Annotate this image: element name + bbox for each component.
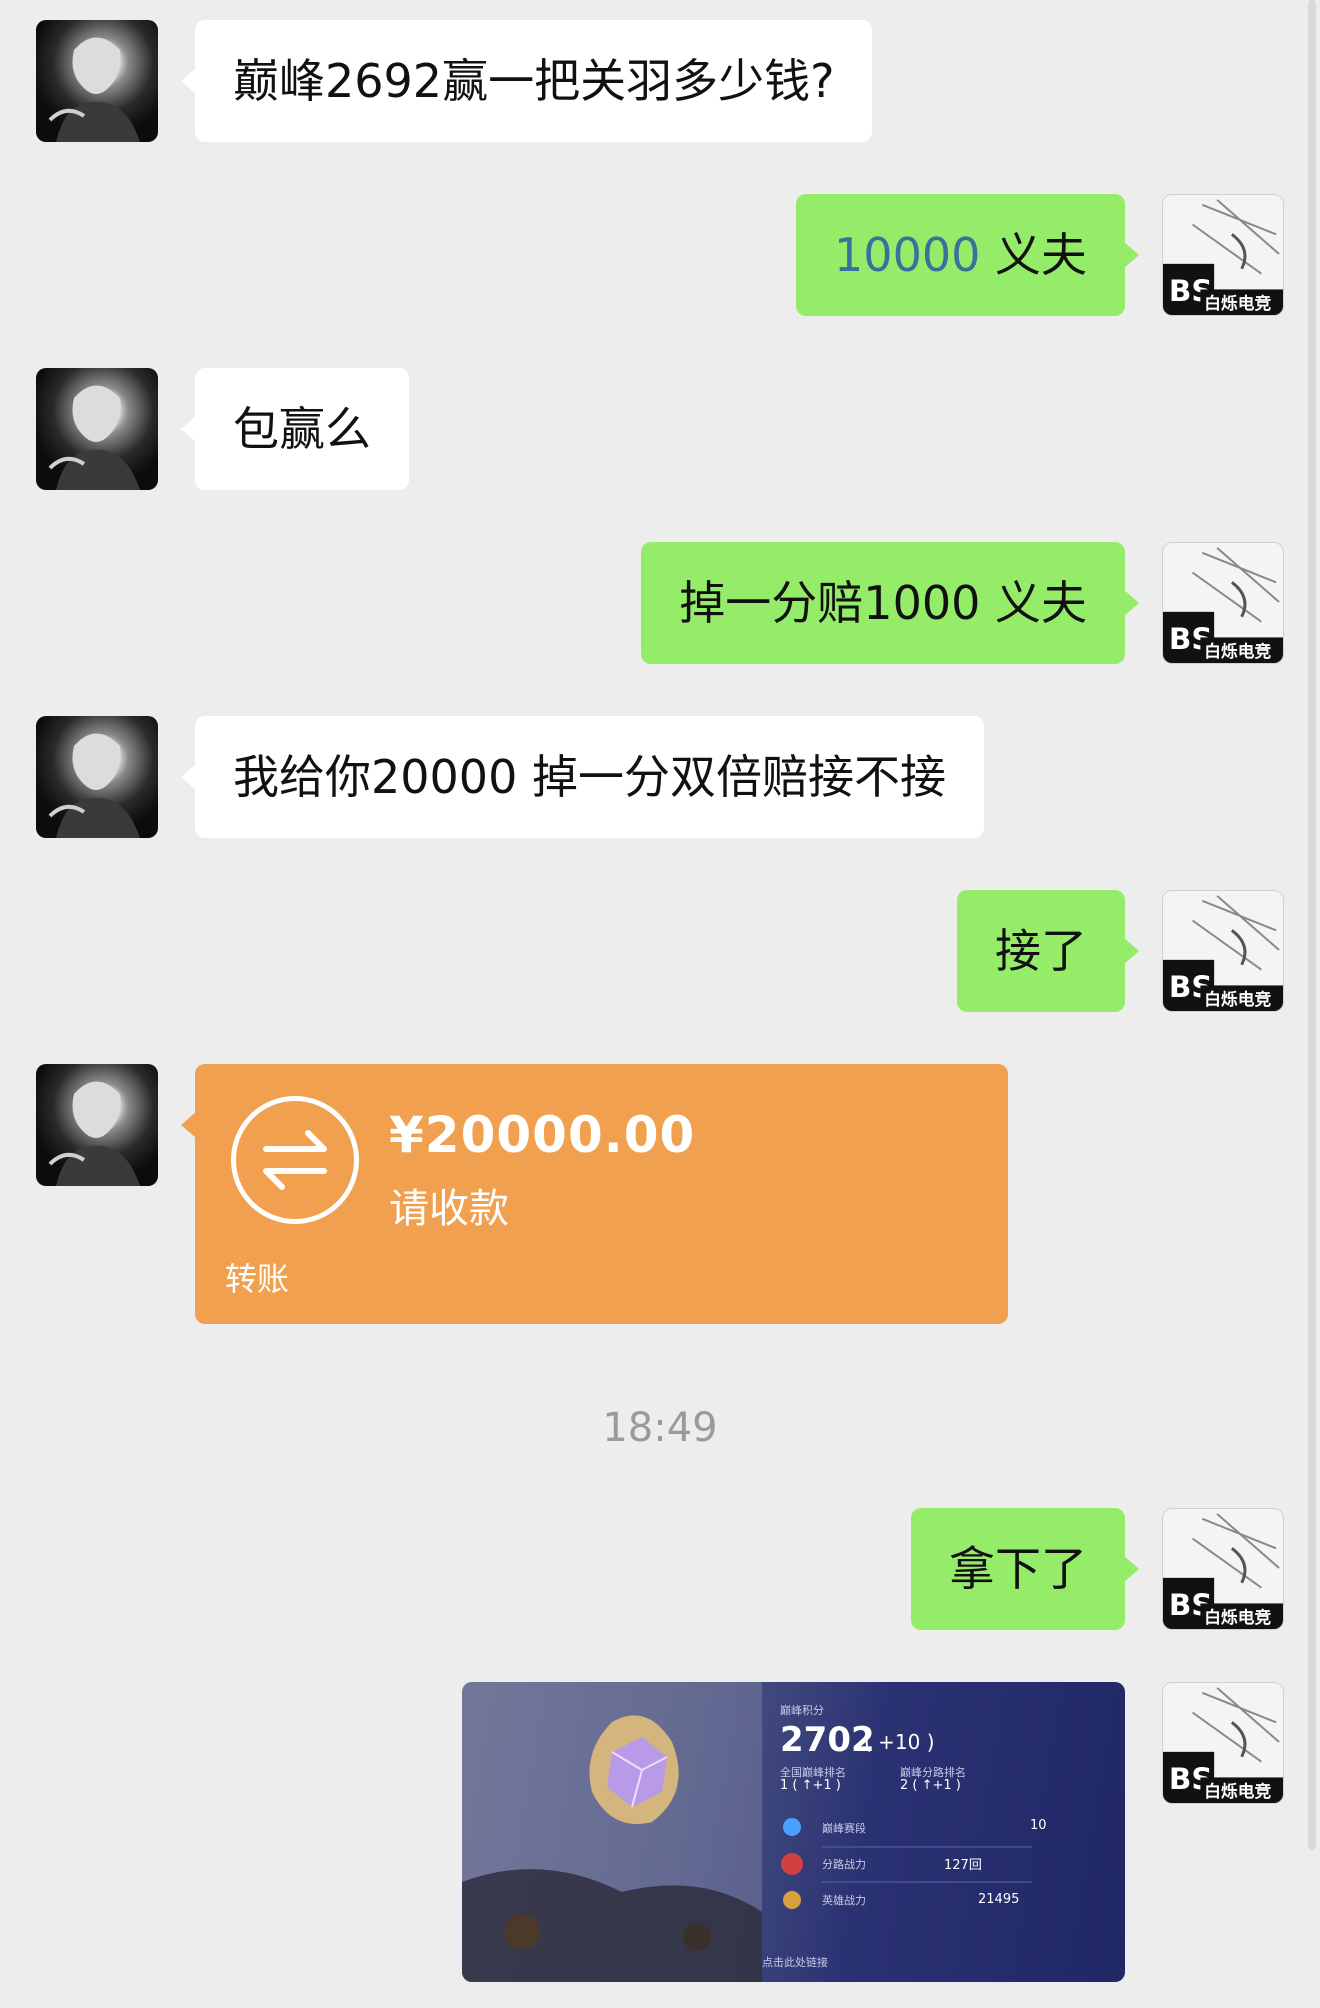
svg-text:白烁电竞: 白烁电竞 [1204, 641, 1271, 661]
my-avatar[interactable]: BS 白烁电竞 [1162, 542, 1284, 664]
national-rank-value: 1 ( ↑+1 ) [780, 1778, 841, 1793]
message-text: 接了 [995, 924, 1087, 978]
bs-esports-logo-icon: BS 白烁电竞 [1163, 547, 1283, 663]
transfer-status: 请收款 [389, 1186, 509, 1232]
row2-value: 127回 [944, 1858, 982, 1873]
dark-anime-avatar-icon [48, 385, 140, 490]
message-text: 拿下了 [949, 1542, 1087, 1596]
message-bubble[interactable]: 掉一分赔1000 义夫 [641, 542, 1139, 664]
row2-label: 分路战力 [822, 1858, 866, 1871]
contact-avatar[interactable] [36, 716, 158, 838]
dark-anime-avatar-icon [48, 1081, 140, 1186]
contact-avatar[interactable] [36, 20, 158, 142]
score-value: 2702 [780, 1720, 875, 1760]
screenshot-footer: 点击此处链接 [762, 1956, 828, 1969]
row3-label: 英雄战力 [822, 1894, 866, 1907]
transfer-amount: ¥20000.00 [389, 1106, 696, 1164]
bs-esports-logo-icon: BS 白烁电竞 [1163, 1687, 1283, 1803]
row1-value: 10 [1030, 1818, 1047, 1833]
scrollbar[interactable] [1308, 0, 1316, 1850]
message-bubble[interactable]: 包赢么 [181, 368, 409, 490]
score-delta: ( +10 ) [864, 1730, 935, 1754]
message-bubble[interactable]: 10000 义夫 [796, 194, 1139, 316]
svg-text:白烁电竞: 白烁电竞 [1204, 1607, 1271, 1627]
svg-text:白烁电竞: 白烁电竞 [1204, 1781, 1271, 1801]
chat-area[interactable]: 巅峰2692赢一把关羽多少钱? BS 白烁电竞 10000 义夫 包赢么 BS … [0, 0, 1320, 2008]
my-avatar[interactable]: BS 白烁电竞 [1162, 1508, 1284, 1630]
my-avatar[interactable]: BS 白烁电竞 [1162, 1682, 1284, 1804]
row1-label: 巅峰赛段 [822, 1822, 866, 1835]
my-avatar[interactable]: BS 白烁电竞 [1162, 194, 1284, 316]
transfer-label: 转账 [225, 1260, 290, 1298]
message-text: 巅峰2692赢一把关羽多少钱? [233, 54, 835, 108]
message-timestamp: 18:49 [602, 1405, 718, 1451]
row3-value: 21495 [978, 1892, 1020, 1907]
message-bubble[interactable]: 拿下了 [911, 1508, 1139, 1630]
bs-esports-logo-icon: BS 白烁电竞 [1163, 895, 1283, 1011]
bracket-rank-value: 2 ( ↑+1 ) [900, 1778, 961, 1793]
message-bubble[interactable]: 巅峰2692赢一把关羽多少钱? [180, 20, 873, 142]
message-text: 义夫 [980, 228, 1087, 282]
message-number: 10000 [834, 228, 981, 282]
message-bubble[interactable]: 我给你20000 掉一分双倍赔接不接 [181, 716, 984, 838]
transfer-card[interactable]: ¥20000.00 请收款 转账 [181, 1064, 1008, 1324]
image-message[interactable]: 巅峰积分 2702 ( +10 ) 全国巅峰排名 1 ( ↑+1 ) 巅峰分路排… [462, 1682, 1125, 1982]
dark-anime-avatar-icon [48, 37, 140, 142]
contact-avatar[interactable] [36, 368, 158, 490]
contact-avatar[interactable] [36, 1064, 158, 1186]
message-bubble[interactable]: 接了 [957, 890, 1139, 1012]
message-text: 包赢么 [233, 402, 371, 456]
svg-text:白烁电竞: 白烁电竞 [1204, 293, 1271, 313]
dark-anime-avatar-icon [48, 733, 140, 838]
bs-esports-logo-icon: BS 白烁电竞 [1163, 1513, 1283, 1629]
message-text: 我给你20000 掉一分双倍赔接不接 [233, 750, 946, 804]
my-avatar[interactable]: BS 白烁电竞 [1162, 890, 1284, 1012]
svg-text:白烁电竞: 白烁电竞 [1204, 989, 1271, 1009]
message-text: 掉一分赔1000 义夫 [679, 576, 1087, 630]
transfer-arrows-icon [231, 1096, 359, 1224]
score-label: 巅峰积分 [780, 1704, 824, 1717]
bs-esports-logo-icon: BS 白烁电竞 [1163, 199, 1283, 315]
